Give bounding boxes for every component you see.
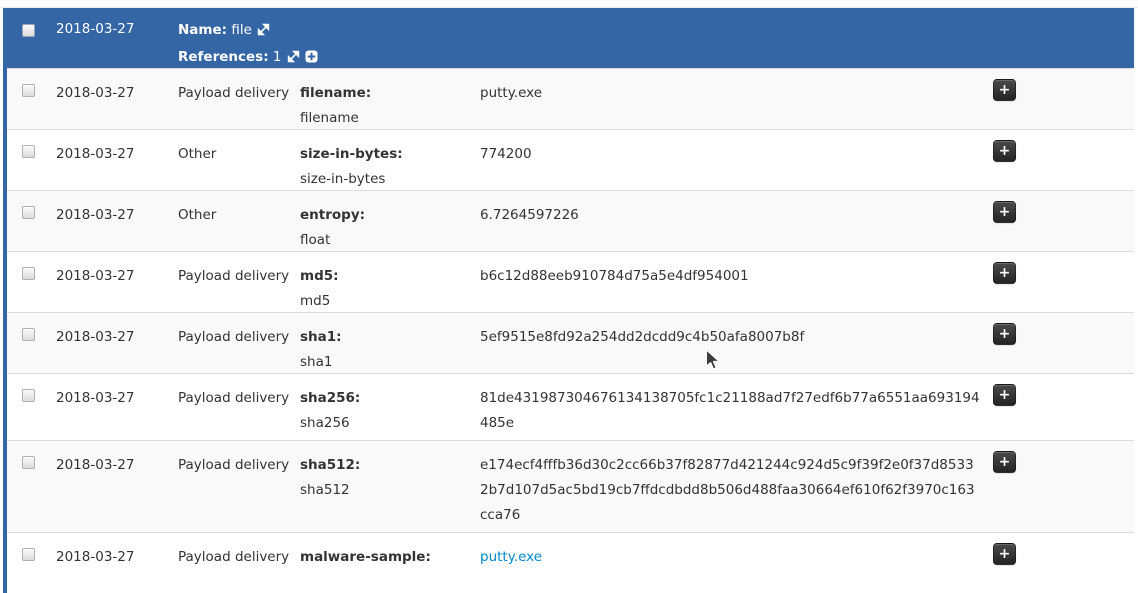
attribute-row: 2018-03-27 Payload delivery md5: md5 b6c…	[7, 251, 1134, 312]
add-attribute-button[interactable]: +	[993, 323, 1016, 345]
attribute-field: size-in-bytes: size-in-bytes	[300, 142, 472, 192]
attribute-field: entropy: float	[300, 203, 472, 253]
attribute-relation-name: sha1:	[300, 325, 472, 350]
attribute-date: 2018-03-27	[56, 81, 134, 106]
object-header-row: 2018-03-27 Name: file References: 1	[7, 8, 1134, 68]
attribute-relation-name: size-in-bytes:	[300, 142, 472, 167]
attribute-relation-name: sha256:	[300, 386, 472, 411]
object-name-label: Name:	[178, 22, 227, 38]
attribute-row: 2018-03-27 Payload delivery malware-samp…	[7, 532, 1134, 593]
attribute-category: Payload delivery	[178, 325, 289, 350]
object-date: 2018-03-27	[56, 21, 134, 37]
references-count: 1	[273, 49, 282, 65]
attributes-table: 2018-03-27 Name: file References: 1 2018…	[3, 8, 1134, 593]
page-top-strip	[0, 0, 1138, 8]
attribute-value: putty.exe	[480, 81, 980, 106]
add-attribute-button[interactable]: +	[993, 384, 1016, 406]
attribute-category: Payload delivery	[178, 81, 289, 106]
attribute-field: filename: filename	[300, 81, 472, 131]
attribute-value: 81de431987304676134138705fc1c21188ad7f27…	[480, 386, 980, 436]
attribute-type: filename	[300, 106, 472, 131]
attribute-select-checkbox[interactable]	[22, 206, 35, 219]
attribute-select-checkbox[interactable]	[22, 389, 35, 402]
attribute-value: b6c12d88eeb910784d75a5e4df954001	[480, 264, 980, 289]
attribute-category: Other	[178, 203, 216, 228]
attribute-select-checkbox[interactable]	[22, 456, 35, 469]
attribute-select-checkbox[interactable]	[22, 84, 35, 97]
attribute-row: 2018-03-27 Payload delivery sha256: sha2…	[7, 373, 1134, 440]
attribute-relation-name: filename:	[300, 81, 472, 106]
attribute-select-checkbox[interactable]	[22, 145, 35, 158]
attribute-field: sha512: sha512	[300, 453, 472, 503]
attribute-category: Other	[178, 142, 216, 167]
attribute-category: Payload delivery	[178, 386, 289, 411]
attribute-category: Payload delivery	[178, 545, 289, 570]
attribute-rows: 2018-03-27 Payload delivery filename: fi…	[7, 68, 1134, 593]
attribute-date: 2018-03-27	[56, 325, 134, 350]
references-label: References:	[178, 49, 269, 65]
attribute-type: sha512	[300, 478, 472, 503]
attribute-field: md5: md5	[300, 264, 472, 314]
attribute-row: 2018-03-27 Payload delivery filename: fi…	[7, 68, 1134, 129]
attribute-date: 2018-03-27	[56, 453, 134, 478]
misp-attributes-table: { "colors": { "header_blue": "#3465a4", …	[0, 0, 1138, 555]
add-attribute-button[interactable]: +	[993, 140, 1016, 162]
attribute-category: Payload delivery	[178, 453, 289, 478]
attribute-field: malware-sample:	[300, 545, 472, 570]
attribute-date: 2018-03-27	[56, 203, 134, 228]
attribute-relation-name: entropy:	[300, 203, 472, 228]
attribute-relation-name: sha512:	[300, 453, 472, 478]
object-name-value: file	[231, 22, 252, 38]
attribute-date: 2018-03-27	[56, 264, 134, 289]
object-name-line: Name: file	[178, 18, 318, 45]
attribute-value: 6.7264597226	[480, 203, 980, 228]
attribute-row: 2018-03-27 Payload delivery sha1: sha1 5…	[7, 312, 1134, 373]
attribute-date: 2018-03-27	[56, 142, 134, 167]
attribute-field: sha256: sha256	[300, 386, 472, 436]
add-attribute-button[interactable]: +	[993, 201, 1016, 223]
object-select-checkbox[interactable]	[22, 24, 35, 37]
attribute-date: 2018-03-27	[56, 386, 134, 411]
attribute-value-link[interactable]: putty.exe	[480, 545, 980, 570]
attribute-value: 774200	[480, 142, 980, 167]
expand-icon[interactable]	[257, 20, 270, 45]
add-attribute-button[interactable]: +	[993, 79, 1016, 101]
attribute-row: 2018-03-27 Other entropy: float 6.726459…	[7, 190, 1134, 251]
attribute-row: 2018-03-27 Payload delivery sha512: sha5…	[7, 440, 1134, 532]
attribute-relation-name: malware-sample:	[300, 545, 472, 570]
attribute-relation-name: md5:	[300, 264, 472, 289]
attribute-type: size-in-bytes	[300, 167, 472, 192]
attribute-type: md5	[300, 289, 472, 314]
attribute-date: 2018-03-27	[56, 545, 134, 570]
attribute-type: float	[300, 228, 472, 253]
attribute-field: sha1: sha1	[300, 325, 472, 375]
add-attribute-button[interactable]: +	[993, 543, 1016, 565]
attribute-row: 2018-03-27 Other size-in-bytes: size-in-…	[7, 129, 1134, 190]
attribute-type: sha256	[300, 411, 472, 436]
add-attribute-button[interactable]: +	[993, 262, 1016, 284]
attribute-select-checkbox[interactable]	[22, 328, 35, 341]
add-attribute-button[interactable]: +	[993, 451, 1016, 473]
attribute-type: sha1	[300, 350, 472, 375]
attribute-category: Payload delivery	[178, 264, 289, 289]
attribute-value: 5ef9515e8fd92a254dd2dcdd9c4b50afa8007b8f	[480, 325, 980, 350]
object-summary: Name: file References: 1	[178, 18, 318, 72]
attribute-select-checkbox[interactable]	[22, 267, 35, 280]
attribute-value: e174ecf4fffb36d30c2cc66b37f82877d421244c…	[480, 453, 980, 528]
